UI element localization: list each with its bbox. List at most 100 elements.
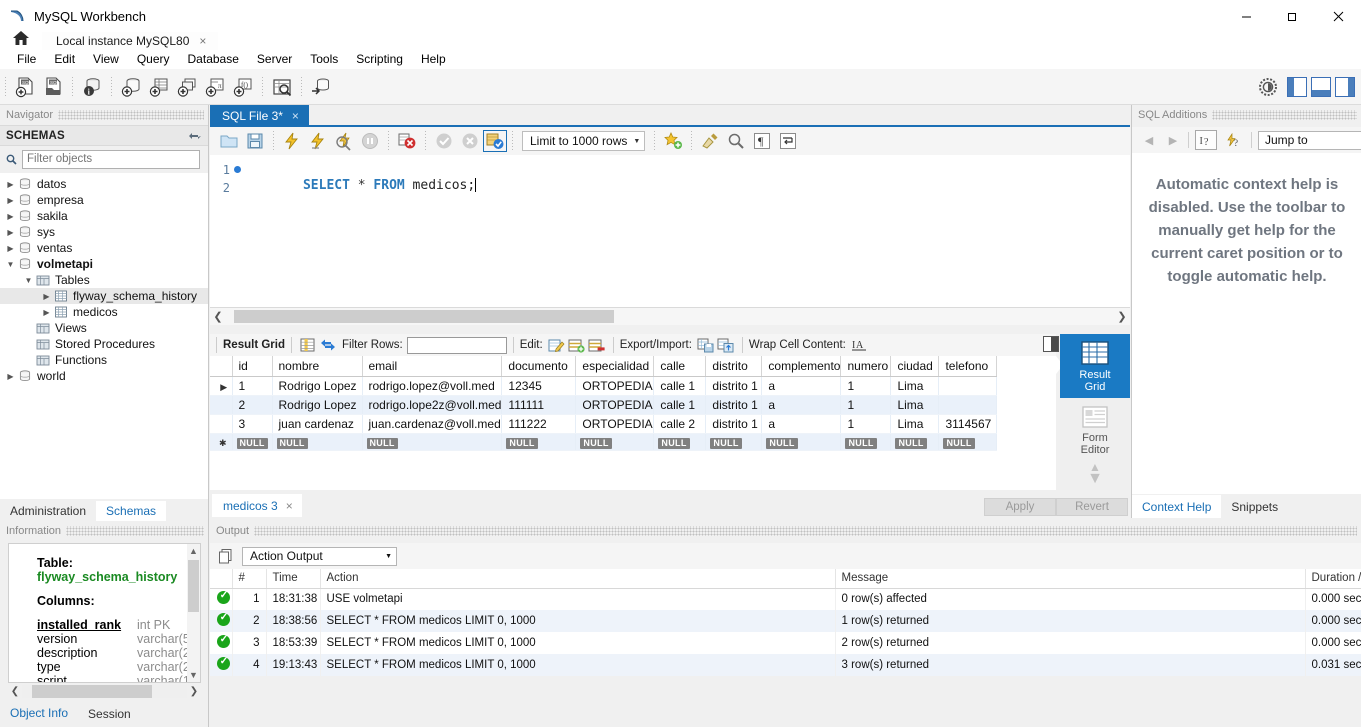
cell-email[interactable]: rodrigo.lopez@voll.med [362,376,503,396]
filter-objects-input[interactable] [22,149,200,169]
beautify-query-icon[interactable] [697,129,723,153]
tree-item-flyway-schema-history[interactable]: ▶ flyway_schema_history [0,288,208,304]
chevron-down-icon[interactable]: ▼ [385,553,392,560]
tree-item-empresa[interactable]: ▶ empresa [0,192,208,208]
apply-button[interactable]: Apply [984,498,1056,516]
grid-nav-scroll-arrows[interactable]: ▲ ▼ [1060,461,1130,487]
connection-tab-local-mysql80[interactable]: Local instance MySQL80 × [42,32,219,50]
home-button[interactable] [4,26,38,50]
filter-rows-input[interactable] [406,336,507,354]
rollback-transaction-icon[interactable] [457,129,483,153]
output-column-header-message[interactable]: Message [835,569,1306,589]
toggle-output-button[interactable] [1311,77,1331,97]
settings-gear-icon[interactable] [1257,76,1279,98]
cell-complemento[interactable]: a [761,414,842,434]
cell-documento[interactable]: 12345 [501,376,577,396]
cell-telefono[interactable] [938,376,998,396]
save-script-icon[interactable] [242,129,268,153]
scroll-left-icon[interactable]: ❮ [210,310,226,323]
cell-documento[interactable]: 111111 [501,395,577,415]
scroll-right-icon[interactable]: ❯ [1114,310,1130,323]
toggle-stop-on-error-icon[interactable] [394,129,420,153]
wrap-cell-content-icon[interactable]: I A [850,336,870,354]
null-cell-id[interactable]: NULL [232,433,273,451]
cell-calle[interactable]: calle 1 [653,395,707,415]
menu-database[interactable]: Database [179,50,248,69]
null-cell-nombre[interactable]: NULL [272,433,363,451]
tree-item-tables[interactable]: ▼ Tables [0,272,208,288]
column-header-id[interactable]: id [232,356,273,377]
null-cell-distrito[interactable]: NULL [705,433,763,451]
cell-nombre[interactable]: Rodrigo Lopez [272,376,363,396]
connection-info-icon[interactable]: i [78,73,106,101]
menu-scripting[interactable]: Scripting [347,50,412,69]
cell-ciudad[interactable]: Lima [890,414,940,434]
stop-execution-icon[interactable] [357,129,383,153]
toggle-automatic-help-icon[interactable]: ? [1223,130,1245,150]
output-row[interactable]: 118:31:38USE volmetapi0 row(s) affected0… [210,588,1361,610]
cell-distrito[interactable]: distrito 1 [705,376,763,396]
output-column-header--[interactable]: # [232,569,267,589]
output-row[interactable]: 318:53:39SELECT * FROM medicos LIMIT 0, … [210,632,1361,654]
close-button[interactable] [1315,0,1361,32]
chevron-down-icon[interactable]: ▼ [633,138,640,145]
cell-calle[interactable]: calle 2 [653,414,707,434]
result-tab-close-icon[interactable]: × [286,499,293,513]
row-marker-cell[interactable] [210,395,233,415]
column-header-email[interactable]: email [362,356,503,377]
toggle-secondary-sidebar-button[interactable] [1335,77,1355,97]
output-column-header-action[interactable]: Action [320,569,836,589]
execute-statement-icon[interactable] [279,129,305,153]
cell-documento[interactable]: 111222 [501,414,577,434]
null-cell-complemento[interactable]: NULL [761,433,842,451]
tree-item-views[interactable]: Views [0,320,208,336]
editor-hscroll-track[interactable] [226,309,1114,324]
export-recordset-icon[interactable] [696,336,716,354]
new-sql-tab-icon[interactable]: SQL [11,73,39,101]
tree-item-world[interactable]: ▶ world [0,368,208,384]
scroll-thumb[interactable] [188,560,199,612]
menu-view[interactable]: View [84,50,128,69]
null-cell-numero[interactable]: NULL [840,433,892,451]
cell-email[interactable]: rodrigo.lope2z@voll.med [362,395,503,415]
tab-snippets[interactable]: Snippets [1221,495,1288,518]
inspect-table-icon[interactable] [268,73,296,101]
grid-columns-icon[interactable] [298,336,318,354]
chevron-down-icon[interactable]: ▼ [4,260,17,269]
toggle-cell-panel-button[interactable] [1043,336,1059,352]
connection-tab-close-icon[interactable]: × [199,34,206,48]
tab-schemas[interactable]: Schemas [96,501,167,521]
chevron-right-icon[interactable]: ▶ [4,372,17,381]
new-row-placeholder[interactable]: ✱ NULL NULL NULL NULL NULL NULL NULL NULL NULL NUL… [210,433,998,451]
scroll-down-icon[interactable]: ▼ [189,668,198,682]
hscroll-track[interactable] [22,685,187,698]
cell-complemento[interactable]: a [761,376,842,396]
tab-administration[interactable]: Administration [0,501,96,521]
cell-distrito[interactable]: distrito 1 [705,414,763,434]
back-icon[interactable]: ◀ [1140,134,1158,147]
column-header-calle[interactable]: calle [653,356,707,377]
open-sql-script-icon[interactable]: SQL [39,73,67,101]
refresh-icon[interactable] [188,130,202,142]
null-cell-calle[interactable]: NULL [653,433,707,451]
create-procedure-icon[interactable]: π [201,73,229,101]
tab-session[interactable]: Session [78,701,141,726]
edit-cell-icon[interactable] [547,336,567,354]
tree-item-volmetapi[interactable]: ▼ volmetapi [0,256,208,272]
create-table-icon[interactable] [145,73,173,101]
editor-tab-sql-file-3[interactable]: SQL File 3* × [210,105,309,127]
null-cell-ciudad[interactable]: NULL [890,433,940,451]
cell-numero[interactable]: 1 [840,376,892,396]
refresh-grid-icon[interactable] [318,336,338,354]
null-cell-documento[interactable]: NULL [501,433,577,451]
output-row[interactable]: 419:13:43SELECT * FROM medicos LIMIT 0, … [210,654,1361,676]
view-result-grid-button[interactable]: Result Grid [1060,334,1130,398]
hscroll-thumb[interactable] [32,685,152,698]
table-row[interactable]: 2 Rodrigo Lopez rodrigo.lope2z@voll.med 111… [210,395,998,415]
tree-item-stored-procedures[interactable]: Stored Procedures [0,336,208,352]
output-column-header-time[interactable]: Time [266,569,321,589]
cell-ciudad[interactable]: Lima [890,376,940,396]
column-header-telefono[interactable]: telefono [938,356,998,377]
cell-nombre[interactable]: Rodrigo Lopez [272,395,363,415]
scroll-up-icon[interactable]: ▲ [189,544,198,558]
